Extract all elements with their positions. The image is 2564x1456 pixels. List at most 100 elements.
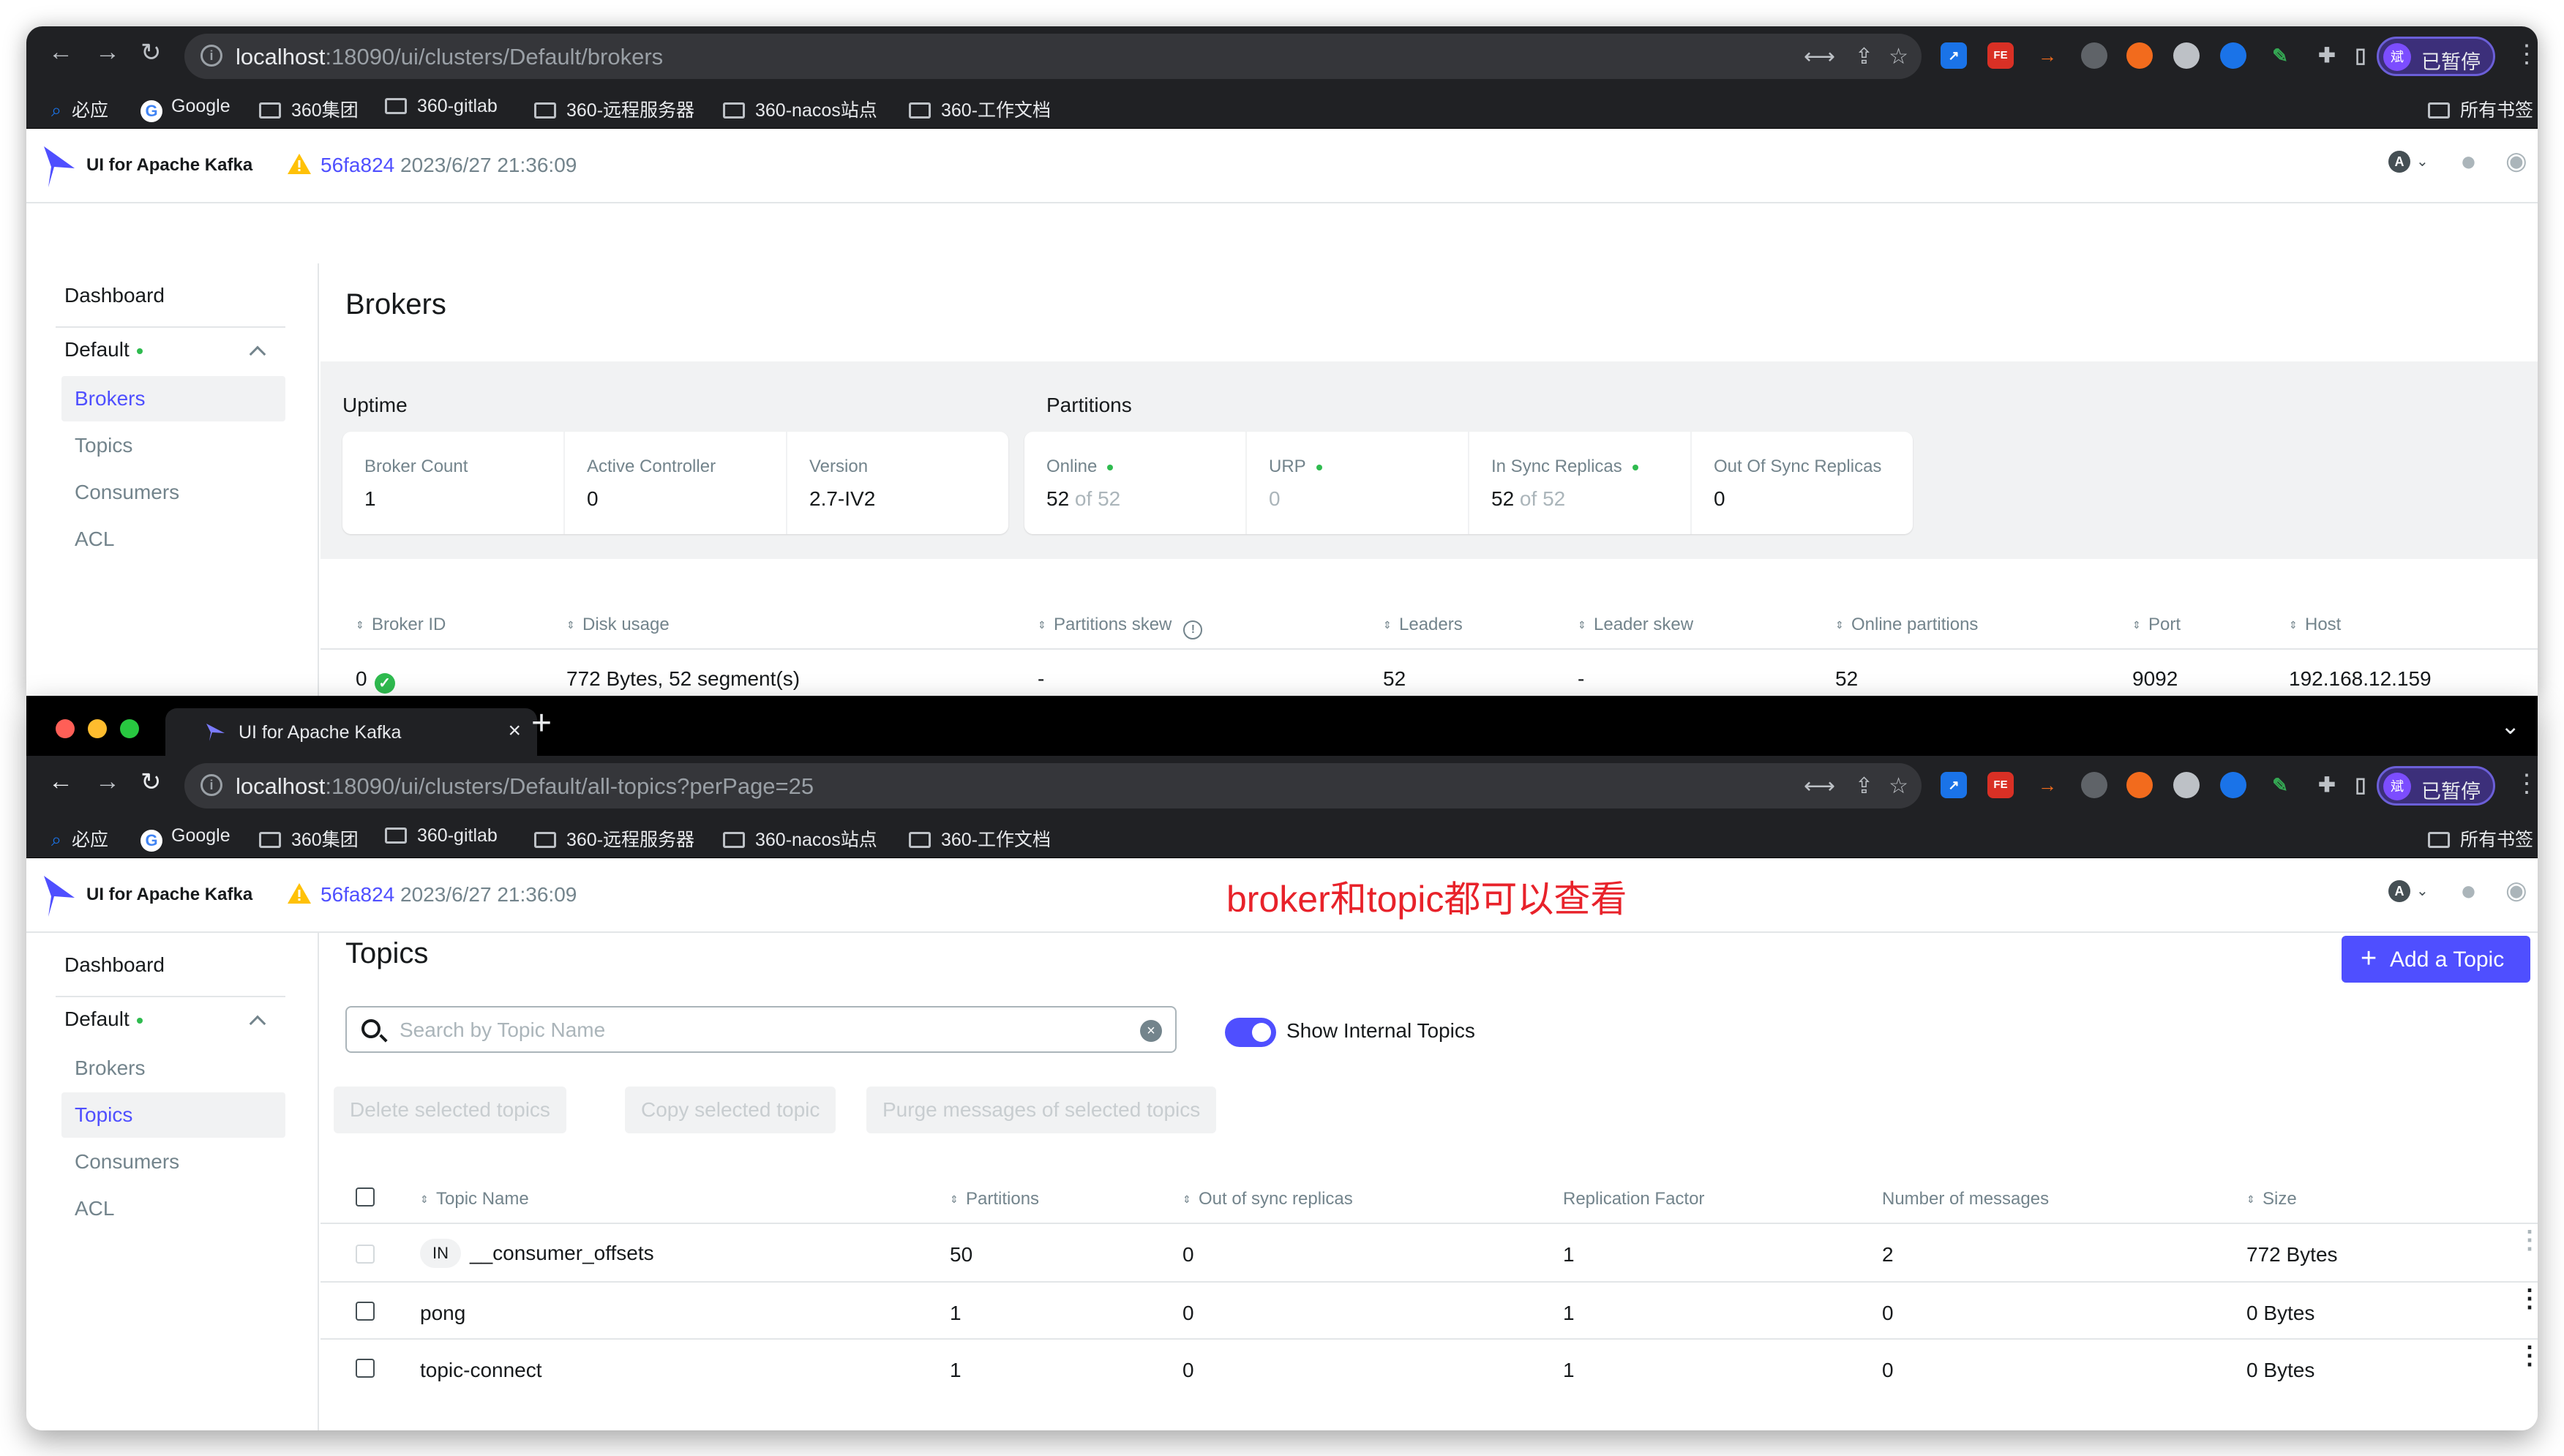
reload-icon[interactable]: ↻ (140, 768, 162, 797)
column-header-partitions[interactable]: ⇕ Partitions (950, 1189, 1039, 1209)
browser-tab[interactable]: UI for Apache Kafka × (165, 708, 537, 756)
browser-menu-icon[interactable]: ⋮ (2514, 769, 2538, 798)
address-bar[interactable]: i localhost:18090/ui/clusters/Default/br… (184, 34, 1922, 79)
bookmark-star-icon[interactable]: ☆ (1889, 44, 1908, 70)
column-header-topic-name[interactable]: ⇕ Topic Name (420, 1189, 529, 1209)
column-header-partitions-skew[interactable]: ⇕ Partitions skew! (1038, 615, 1203, 639)
sidebar-item-acl[interactable]: ACL (61, 517, 285, 562)
close-window-icon[interactable] (56, 719, 75, 738)
maximize-window-icon[interactable] (120, 719, 139, 738)
bookmark-bing[interactable]: ⌕ 必应 (51, 96, 108, 122)
bookmark-google[interactable]: G Google (140, 825, 230, 852)
address-bar[interactable]: i localhost:18090/ui/clusters/Default/al… (184, 763, 1922, 808)
cluster-default[interactable]: Default (64, 1007, 143, 1031)
tab-close-icon[interactable]: × (508, 718, 521, 743)
bookmark-bing[interactable]: ⌕ 必应 (51, 825, 108, 852)
column-header-leader-skew[interactable]: ⇕ Leader skew (1578, 615, 1693, 635)
github-icon[interactable]: ● (2460, 876, 2477, 907)
row-checkbox[interactable] (356, 1302, 375, 1321)
extension-icon[interactable]: ↗ (1941, 772, 1967, 798)
bookmark-folder[interactable]: 360-nacos站点 (723, 96, 877, 122)
translate-icon[interactable]: ⟷ (1804, 44, 1835, 70)
browser-menu-icon[interactable]: ⋮ (2514, 40, 2538, 69)
bookmark-star-icon[interactable]: ☆ (1889, 773, 1908, 799)
all-bookmarks[interactable]: 所有书签 (2428, 96, 2533, 122)
topic-name[interactable]: __consumer_offsets (470, 1242, 654, 1265)
row-checkbox[interactable] (356, 1245, 375, 1264)
column-header-broker-id[interactable]: ⇕ Broker ID (356, 615, 446, 635)
broker-id[interactable]: 0 ✓ (356, 667, 395, 694)
row-menu-icon[interactable]: ⋮ (2517, 1286, 2538, 1311)
bookmark-google[interactable]: G Google (140, 96, 230, 122)
green-extension-icon[interactable]: ✎ (2267, 772, 2293, 798)
tab-search-icon[interactable]: ⌄ (2500, 712, 2520, 740)
copy-selected-button[interactable]: Copy selected topic (625, 1087, 836, 1133)
reload-icon[interactable]: ↻ (140, 38, 162, 67)
clear-search-icon[interactable]: × (1140, 1020, 1162, 1042)
fe-extension-icon[interactable]: FE (1987, 772, 2014, 798)
sidebar-item-dashboard[interactable]: Dashboard (64, 284, 165, 307)
sidepanel-icon[interactable]: ▯ (2347, 772, 2374, 798)
chevron-up-icon[interactable] (249, 345, 266, 363)
bookmark-folder[interactable]: 360-远程服务器 (534, 96, 694, 122)
column-header-disk-usage[interactable]: ⇕ Disk usage (566, 615, 670, 635)
github-icon[interactable]: ● (2460, 146, 2477, 178)
chevron-up-icon[interactable] (249, 1015, 266, 1032)
green-extension-icon[interactable]: ✎ (2267, 42, 2293, 69)
arrow-extension-icon[interactable]: → (2034, 772, 2061, 798)
extension-icon[interactable]: ↗ (1941, 42, 1967, 69)
minimize-window-icon[interactable] (88, 719, 107, 738)
site-info-icon[interactable]: i (200, 45, 222, 67)
all-bookmarks[interactable]: 所有书签 (2428, 825, 2533, 852)
kafka-logo-icon[interactable] (41, 145, 78, 189)
show-internal-toggle[interactable] (1225, 1018, 1276, 1047)
version-hash[interactable]: 56fa824 (320, 883, 394, 906)
app-title[interactable]: UI for Apache Kafka (86, 885, 252, 905)
version-hash[interactable]: 56fa824 (320, 154, 394, 176)
bookmark-folder[interactable]: 360集团 (259, 96, 359, 122)
topic-name[interactable]: topic-connect (420, 1359, 542, 1382)
info-icon[interactable]: ! (1183, 620, 1203, 639)
back-icon[interactable]: ← (48, 38, 73, 67)
row-menu-icon[interactable]: ⋮ (2517, 1343, 2538, 1368)
bookmark-folder[interactable]: 360-nacos站点 (723, 825, 877, 852)
column-header-online-partitions[interactable]: ⇕ Online partitions (1835, 615, 1978, 635)
sidebar-item-dashboard[interactable]: Dashboard (64, 953, 165, 977)
column-header-size[interactable]: ⇕ Size (2246, 1189, 2297, 1209)
badge-extension-icon[interactable] (2081, 42, 2107, 69)
row-menu-icon[interactable]: ⋮ (2517, 1228, 2538, 1253)
blue-extension-icon[interactable] (2220, 772, 2246, 798)
sidebar-item-brokers[interactable]: Brokers (61, 1046, 285, 1091)
row-checkbox[interactable] (356, 1359, 375, 1378)
user-menu[interactable]: A ⌄ (2388, 151, 2429, 173)
profile-button[interactable]: 斌 已暂停 (2377, 37, 2495, 76)
cluster-default[interactable]: Default (64, 338, 143, 361)
bookmark-folder[interactable]: 360-远程服务器 (534, 825, 694, 852)
bookmark-folder[interactable]: 360-工作文档 (909, 96, 1051, 122)
column-header-out-of-sync[interactable]: ⇕ Out of sync replicas (1182, 1189, 1353, 1209)
fe-extension-icon[interactable]: FE (1987, 42, 2014, 69)
site-info-icon[interactable]: i (200, 774, 222, 796)
sidebar-item-brokers[interactable]: Brokers (61, 376, 285, 421)
kafka-logo-icon[interactable] (41, 874, 78, 918)
sidebar-item-consumers[interactable]: Consumers (61, 470, 285, 515)
user-menu[interactable]: A ⌄ (2388, 880, 2429, 902)
translate-icon[interactable]: ⟷ (1804, 773, 1835, 799)
forward-icon[interactable]: → (95, 768, 120, 796)
orange-extension-icon[interactable] (2126, 42, 2153, 69)
arrow-extension-icon[interactable]: → (2034, 42, 2061, 69)
topic-name[interactable]: pong (420, 1302, 465, 1325)
discord-icon[interactable]: ◉ (2505, 146, 2527, 176)
add-topic-button[interactable]: + Add a Topic (2342, 936, 2530, 983)
purge-selected-button[interactable]: Purge messages of selected topics (866, 1087, 1217, 1133)
column-header-leaders[interactable]: ⇕ Leaders (1383, 615, 1463, 635)
puzzle-icon[interactable]: ✚ (2314, 772, 2340, 798)
profile-button[interactable]: 斌 已暂停 (2377, 766, 2495, 806)
column-header-port[interactable]: ⇕ Port (2132, 615, 2181, 635)
puzzle-icon[interactable]: ✚ (2314, 42, 2340, 69)
share-icon[interactable]: ⇪ (1855, 773, 1873, 799)
bookmark-folder[interactable]: 360-gitlab (385, 96, 498, 117)
blue-extension-icon[interactable] (2220, 42, 2246, 69)
bookmark-folder[interactable]: 360-工作文档 (909, 825, 1051, 852)
app-title[interactable]: UI for Apache Kafka (86, 155, 252, 176)
